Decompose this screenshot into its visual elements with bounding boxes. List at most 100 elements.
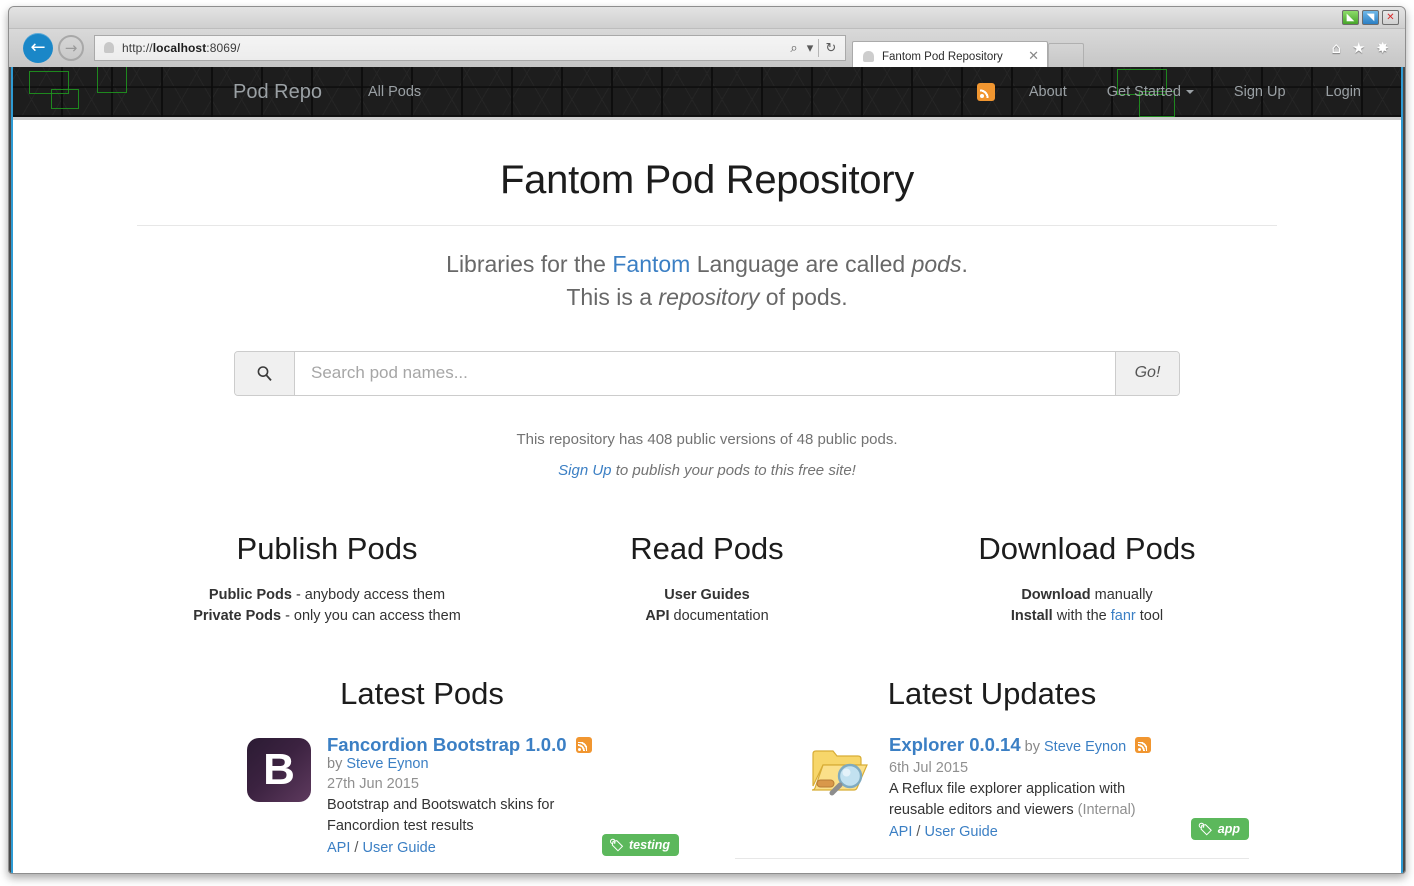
- title-divider: [137, 225, 1277, 226]
- signup-link[interactable]: Sign Up: [558, 462, 611, 479]
- toolbar-actions: ⌂ ★ ✸: [1331, 40, 1399, 56]
- page-title: Fantom Pod Repository: [500, 158, 914, 202]
- tab-title: Fantom Pod Repository: [882, 50, 1003, 63]
- status-badge[interactable]: 🏷 testing: [601, 833, 679, 856]
- navbar-left-links: All Pods: [348, 84, 441, 100]
- desktop-background: ◣ ◥ ✕ ← → http://localhost:8069/ ⌕ ▾ ↻ F…: [0, 0, 1414, 886]
- pod-author-link[interactable]: Steve Eynon: [346, 756, 428, 772]
- search-icon: [235, 351, 295, 395]
- search-group: Go!: [234, 350, 1180, 396]
- site-brand[interactable]: Pod Repo: [233, 81, 322, 104]
- latest-updates-title: Latest Updates: [887, 676, 1097, 712]
- latest-pods-title: Latest Pods: [340, 676, 504, 712]
- rss-icon[interactable]: [1135, 737, 1152, 754]
- bootstrap-icon: B: [247, 738, 311, 803]
- forward-arrow-icon: →: [64, 38, 78, 57]
- feature-title-download: Download Pods: [978, 530, 1196, 566]
- pod-head: Explorer 0.0.14 by Steve Eynon: [889, 734, 1249, 756]
- green-hex-decoration: [51, 89, 79, 109]
- nav-link-all-pods[interactable]: All Pods: [348, 84, 441, 100]
- pod-date: 27th Jun 2015: [327, 776, 419, 793]
- nav-link-login[interactable]: Login: [1306, 84, 1381, 100]
- feature-line: Install with the fanr tool: [1010, 607, 1164, 624]
- browser-window: ◣ ◥ ✕ ← → http://localhost:8069/ ⌕ ▾ ↻ F…: [8, 6, 1406, 874]
- repository-stats: This repository has 408 public versions …: [137, 431, 1277, 479]
- fantom-link[interactable]: Fantom: [612, 251, 690, 277]
- viewport-left-accent: [11, 67, 13, 873]
- toolbar-divider: [818, 39, 819, 57]
- pod-user-guide-link[interactable]: User Guide: [362, 840, 435, 856]
- pod-api-link[interactable]: API: [889, 824, 912, 840]
- hero-lede: Libraries for the Fantom Language are ca…: [137, 248, 1277, 315]
- tab-close-icon[interactable]: ✕: [1026, 49, 1041, 64]
- address-bar-favicon-icon: [102, 41, 116, 55]
- maximize-icon: ◥: [1366, 11, 1375, 23]
- pod-byline: by Steve Eynon: [327, 756, 429, 773]
- close-button[interactable]: ✕: [1382, 10, 1399, 25]
- address-search-icon[interactable]: ⌕: [784, 38, 804, 58]
- status-badge[interactable]: 🏷 app: [1190, 817, 1249, 840]
- pod-user-guide-link[interactable]: User Guide: [924, 824, 997, 840]
- latest-updates-section: Latest Updates Explorer 0.0.14 by Steve …: [707, 676, 1277, 873]
- feature-line: Download manually: [1021, 586, 1153, 603]
- nav-link-about[interactable]: About: [1009, 84, 1087, 100]
- pod-name-link[interactable]: Fancordion Bootstrap 1.0.0: [327, 734, 567, 756]
- tab-favicon-icon: [862, 50, 875, 63]
- back-button[interactable]: ←: [23, 33, 53, 63]
- tag-icon: 🏷: [1197, 821, 1213, 836]
- pod-api-link[interactable]: API: [327, 840, 350, 856]
- page-content: Fantom Pod Repository Libraries for the …: [11, 120, 1403, 873]
- pod-head: Fancordion Bootstrap 1.0.0: [327, 734, 679, 756]
- list-item: B Fancordion Bootstrap 1.0.0 by Steve Ey…: [165, 734, 679, 856]
- search-row: Go!: [137, 350, 1277, 396]
- address-bar-url: http://localhost:8069/: [122, 41, 784, 55]
- window-controls: ◣ ◥ ✕: [1342, 10, 1399, 25]
- pod-date: 6th Jul 2015: [889, 760, 969, 777]
- close-icon: ✕: [1386, 11, 1395, 23]
- back-arrow-icon: ←: [30, 37, 46, 58]
- window-titlebar: ◣ ◥ ✕: [9, 7, 1405, 29]
- feature-line: Private Pods - only you can access them: [193, 607, 461, 624]
- forward-button[interactable]: →: [58, 35, 84, 61]
- reload-icon[interactable]: ↻: [821, 38, 841, 58]
- minimize-icon: ◣: [1346, 11, 1355, 23]
- list-item: Explorer 0.0.14 by Steve Eynon 6th Jul 2…: [735, 734, 1249, 840]
- pod-description: Bootstrap and Bootswatch skins for Fanco…: [327, 797, 555, 835]
- url-host: localhost: [152, 41, 207, 55]
- pod-name-link[interactable]: Explorer 0.0.14: [889, 734, 1021, 755]
- pod-description: A Reflux file explorer application with …: [889, 781, 1136, 819]
- favorites-icon[interactable]: ★: [1352, 40, 1365, 56]
- site-navbar: Pod Repo All Pods About Get Started Sign…: [11, 67, 1403, 120]
- fanr-link[interactable]: fanr: [1111, 608, 1136, 624]
- feature-column-read: Read Pods User Guides API documentation: [517, 531, 897, 627]
- maximize-button[interactable]: ◥: [1362, 10, 1379, 25]
- list-divider: [735, 857, 1249, 859]
- search-input[interactable]: [295, 351, 1115, 395]
- address-bar[interactable]: http://localhost:8069/ ⌕ ▾ ↻: [94, 35, 846, 61]
- feature-line: API documentation: [645, 607, 769, 624]
- feature-columns: Publish Pods Public Pods - anybody acces…: [137, 531, 1277, 627]
- nav-link-sign-up[interactable]: Sign Up: [1214, 84, 1306, 100]
- rss-icon[interactable]: [976, 83, 995, 101]
- signup-invitation: Sign Up to publish your pods to this fre…: [558, 461, 856, 479]
- tag-icon: 🏷: [608, 837, 625, 852]
- folder-search-icon: [811, 750, 868, 796]
- pod-byline: by Steve Eynon: [1020, 739, 1127, 756]
- search-go-button[interactable]: Go!: [1115, 351, 1179, 395]
- tab-strip: Fantom Pod Repository ✕: [852, 29, 1331, 71]
- search-icon-glyph: [257, 365, 272, 381]
- rss-icon[interactable]: [575, 737, 592, 754]
- minimize-button[interactable]: ◣: [1342, 10, 1359, 25]
- lede-line-1: Libraries for the Fantom Language are ca…: [446, 251, 968, 277]
- pod-description-note: (Internal): [1077, 802, 1136, 819]
- home-icon[interactable]: ⌂: [1331, 40, 1341, 56]
- address-search-dropdown-icon[interactable]: ▾: [804, 38, 816, 58]
- chevron-down-icon: [1185, 90, 1194, 95]
- browser-toolbar: ← → http://localhost:8069/ ⌕ ▾ ↻ Fantom …: [9, 29, 1405, 71]
- nav-link-get-started[interactable]: Get Started: [1087, 84, 1214, 100]
- feature-title-read: Read Pods: [630, 530, 784, 566]
- pod-author-link[interactable]: Steve Eynon: [1044, 739, 1126, 755]
- settings-gear-icon[interactable]: ✸: [1376, 40, 1389, 56]
- url-scheme: http://: [122, 41, 153, 55]
- green-hex-decoration: [97, 67, 127, 93]
